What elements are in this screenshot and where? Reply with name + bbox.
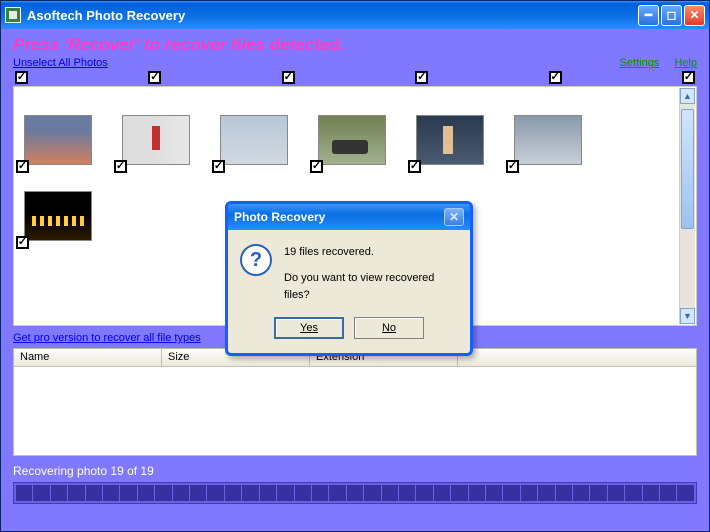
column-header-name[interactable]: Name — [14, 349, 162, 366]
thumbnail-checkbox[interactable]: ✓ — [16, 236, 29, 249]
unselect-all-link[interactable]: Unselect All Photos — [13, 57, 108, 69]
thumbnail-item[interactable]: ✓ — [122, 115, 190, 165]
thumbnail-checkbox[interactable]: ✓ — [16, 160, 29, 173]
thumbnail-item[interactable]: ✓ — [318, 115, 386, 165]
thumbnail-image — [24, 115, 92, 165]
thumbnail-checkbox[interactable]: ✓ — [114, 160, 127, 173]
scroll-track[interactable] — [680, 105, 695, 307]
help-link[interactable]: Help — [674, 57, 697, 69]
dialog-title: Photo Recovery — [234, 210, 325, 224]
thumbnail-checkbox[interactable]: ✓ — [408, 160, 421, 173]
thumbnail-checkbox[interactable]: ✓ — [310, 160, 323, 173]
dialog-line2: Do you want to view recovered files? — [284, 270, 458, 305]
app-window: Asoftech Photo Recovery ━ ◻ ✕ Press 'Rec… — [0, 0, 710, 532]
thumbnail-image — [318, 115, 386, 165]
column-header-spacer — [458, 349, 696, 366]
dialog-title-bar[interactable]: Photo Recovery ✕ — [228, 204, 470, 230]
vertical-scrollbar[interactable]: ▲ ▼ — [679, 88, 695, 324]
thumbnail-item[interactable]: ✓ — [24, 115, 92, 165]
header-checkbox[interactable]: ✓ — [682, 71, 695, 84]
dialog-close-button[interactable]: ✕ — [444, 208, 464, 226]
thumbnail-item[interactable]: ✓ — [416, 115, 484, 165]
status-text: Recovering photo 19 of 19 — [13, 464, 697, 478]
dialog-line1: 19 files recovered. — [284, 244, 458, 262]
header-checkbox[interactable]: ✓ — [148, 71, 161, 84]
minimize-button[interactable]: ━ — [638, 5, 659, 26]
thumbnail-image — [122, 115, 190, 165]
thumbnail-checkbox[interactable]: ✓ — [212, 160, 225, 173]
close-button[interactable]: ✕ — [684, 5, 705, 26]
title-bar[interactable]: Asoftech Photo Recovery ━ ◻ ✕ — [1, 1, 709, 29]
maximize-button[interactable]: ◻ — [661, 5, 682, 26]
question-icon: ? — [240, 244, 272, 276]
thumbnail-row: ✓ ✓ ✓ ✓ ✓ — [24, 115, 669, 165]
no-button[interactable]: No — [354, 317, 424, 339]
recovery-dialog: Photo Recovery ✕ ? 19 files recovered. D… — [225, 201, 473, 356]
window-title: Asoftech Photo Recovery — [27, 8, 636, 23]
top-checkbox-row: ✓ ✓ ✓ ✓ ✓ ✓ — [13, 69, 697, 84]
thumbnail-item[interactable]: ✓ — [514, 115, 582, 165]
thumbnail-image — [220, 115, 288, 165]
pro-version-link[interactable]: Get pro version to recover all file type… — [13, 332, 201, 344]
instruction-text: Press 'Recover' to recover files detecte… — [13, 35, 697, 55]
header-checkbox[interactable]: ✓ — [549, 71, 562, 84]
thumbnail-item[interactable]: ✓ — [220, 115, 288, 165]
progress-bar — [13, 482, 697, 504]
app-icon — [5, 7, 21, 23]
settings-link[interactable]: Settings — [620, 57, 660, 69]
scroll-handle[interactable] — [681, 109, 694, 229]
thumbnail-image — [514, 115, 582, 165]
scroll-up-arrow[interactable]: ▲ — [680, 88, 695, 104]
thumbnail-item[interactable]: ✓ — [24, 191, 92, 241]
header-checkbox[interactable]: ✓ — [15, 71, 28, 84]
thumbnail-checkbox[interactable]: ✓ — [506, 160, 519, 173]
header-checkbox[interactable]: ✓ — [282, 71, 295, 84]
dialog-message: 19 files recovered. Do you want to view … — [284, 244, 458, 305]
thumbnail-image — [416, 115, 484, 165]
file-table: Name Size Extension — [13, 348, 697, 456]
thumbnail-image — [24, 191, 92, 241]
yes-button[interactable]: Yes — [274, 317, 344, 339]
header-checkbox[interactable]: ✓ — [415, 71, 428, 84]
scroll-down-arrow[interactable]: ▼ — [680, 308, 695, 324]
